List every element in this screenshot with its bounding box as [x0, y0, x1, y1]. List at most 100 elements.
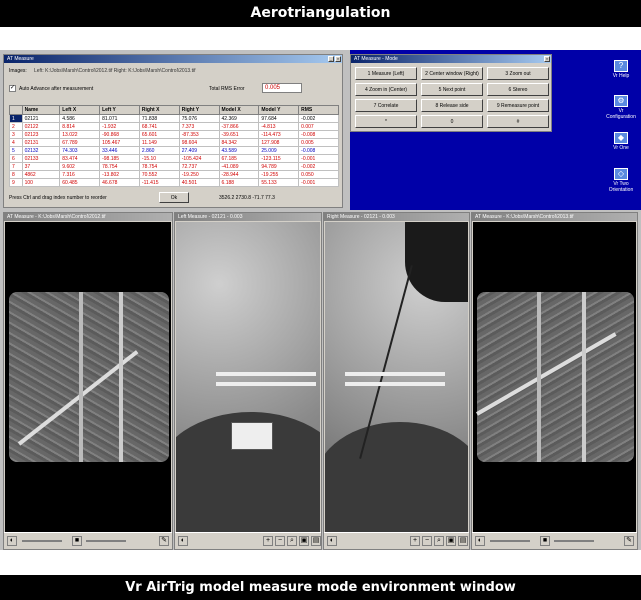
table-header[interactable]: Left Y	[99, 105, 140, 115]
table-cell: 7.316	[59, 170, 101, 179]
left-zoom-statusbar: ◐ + − ⌕ ▣ ▤	[175, 532, 321, 549]
images-paths: Left: K:\Jobs\Marsh\Control\2012.tif Rig…	[34, 68, 196, 74]
zoom-in-icon[interactable]: +	[263, 536, 273, 546]
table-header[interactable]: Name	[21, 105, 61, 115]
desktop-icon-help[interactable]: ? Vr Help	[606, 60, 636, 79]
auto-advance-checkbox[interactable]: ✓	[9, 85, 16, 92]
row-index[interactable]: 4	[9, 138, 23, 147]
contrast-icon[interactable]: ◐	[475, 536, 485, 546]
contrast-icon[interactable]: ◐	[178, 536, 188, 546]
table-row[interactable]: 6 02133 83.474 -98.185 -15.10 -105.424 67.185-…	[9, 154, 339, 163]
mode-button[interactable]: #	[487, 115, 549, 128]
table-cell: 02133	[21, 154, 61, 163]
mode-button[interactable]: 5 Next point	[421, 83, 483, 96]
table-header[interactable]: Left X	[59, 105, 101, 115]
table-cell: 67.789	[59, 138, 101, 147]
table-row[interactable]: 1 02121 4.586 81.071 71.838 75.076 42.369 97.68…	[9, 114, 339, 123]
pen-icon[interactable]: ✎	[159, 536, 169, 546]
table-header[interactable]: Right Y	[178, 105, 220, 115]
mode-button[interactable]: 8 Release side	[421, 99, 483, 112]
right-zoom-titlebar[interactable]: Right Measure - 02121 - 0.003	[324, 213, 469, 221]
search-icon[interactable]: ⌕	[287, 536, 297, 546]
close-icon[interactable]: ×	[335, 56, 341, 62]
mode-button[interactable]: 1 Measure (Left)	[355, 67, 417, 80]
mode-button[interactable]: 3 Zoom out	[487, 67, 549, 80]
mode-button[interactable]: 4 Zoom in (Center)	[355, 83, 417, 96]
table-header[interactable]: Model Y	[258, 105, 300, 115]
table-row[interactable]: 4 02131 67.789 105.467 11.149 98.604 84.342 127…	[9, 138, 339, 147]
table-row[interactable]: 7 37 9.602 78.754 78.754 72.737 -41.089 94.789-…	[9, 162, 339, 171]
left-photo-viewport[interactable]	[5, 222, 171, 532]
mode-button[interactable]: 9 Remeasure point	[487, 99, 549, 112]
mode-button[interactable]: 7 Correlate	[355, 99, 417, 112]
minimize-icon[interactable]: _	[328, 56, 334, 62]
table-cell: 67.185	[218, 154, 260, 163]
table-cell: 43.589	[218, 146, 260, 155]
row-index[interactable]: 1	[9, 114, 23, 123]
images-label: Images:	[9, 68, 27, 74]
left-zoom-titlebar[interactable]: Left Measure - 02121 - 0.003	[175, 213, 321, 221]
table-row[interactable]: 8 4862 7.316 -13.802 70.552 -19.250 -28.944 -19…	[9, 170, 339, 179]
brightness-slider[interactable]	[490, 540, 530, 542]
contrast-icon[interactable]: ◐	[7, 536, 17, 546]
pen-icon[interactable]: ✎	[624, 536, 634, 546]
table-cell: 7.373	[178, 122, 220, 131]
table-header[interactable]: RMS	[298, 105, 339, 115]
row-index[interactable]: 6	[9, 154, 23, 163]
right-photo-titlebar[interactable]: AT Measure - K:\Jobs\Marsh\Control\2013.…	[472, 213, 637, 221]
table-header[interactable]: Right X	[138, 105, 180, 115]
search-icon[interactable]: ⌕	[434, 536, 444, 546]
table-cell: -87.353	[178, 130, 220, 139]
right-photo-viewport[interactable]	[473, 222, 636, 532]
table-cell: -19.255	[258, 170, 300, 179]
table-row[interactable]: 5 02132 74.303 33.446 2.860 27.409 43.589 25.00…	[9, 146, 339, 155]
table-row[interactable]: 3 02123 13.022 -90.868 65.601 -87.353 -39.651-…	[9, 130, 339, 139]
zoom-out-icon[interactable]: −	[275, 536, 285, 546]
left-zoom-title: Left Measure - 02121 - 0.003	[178, 214, 243, 220]
left-photo-titlebar[interactable]: AT Measure - K:\Jobs\Marsh\Control\2012.…	[4, 213, 172, 221]
table-cell: 75.076	[178, 114, 220, 123]
table-header[interactable]: Model X	[218, 105, 260, 115]
contrast-slider[interactable]	[86, 540, 126, 542]
stop-icon[interactable]: ■	[540, 536, 550, 546]
close-icon[interactable]: ×	[544, 56, 550, 62]
mode-button[interactable]: 2 Center window (Right)	[421, 67, 483, 80]
table-cell: -19.250	[178, 170, 220, 179]
brightness-slider[interactable]	[22, 540, 62, 542]
row-index[interactable]: 8	[9, 170, 23, 179]
fit-icon[interactable]: ▣	[299, 536, 309, 546]
desktop-icon-vr-one[interactable]: ◆ Vr One	[606, 132, 636, 151]
row-index[interactable]: 9	[9, 178, 23, 187]
measure-window-titlebar[interactable]: AT Measure _ ×	[4, 55, 342, 63]
zoom-out-icon[interactable]: −	[422, 536, 432, 546]
mode-button[interactable]: *	[355, 115, 417, 128]
row-index[interactable]: 2	[9, 122, 23, 131]
image-icon[interactable]: ▤	[311, 536, 321, 546]
desktop-icon-configuration[interactable]: ⚙ Vr Configuration	[606, 95, 636, 120]
stop-icon[interactable]: ■	[72, 536, 82, 546]
contrast-slider[interactable]	[554, 540, 594, 542]
table-cell: 72.737	[178, 162, 220, 171]
table-cell: 81.071	[99, 114, 140, 123]
mode-window-titlebar[interactable]: AT Measure - Mode ×	[351, 55, 551, 63]
ok-button[interactable]: Ok	[159, 192, 189, 203]
mode-button[interactable]: 0	[421, 115, 483, 128]
contrast-icon[interactable]: ◐	[327, 536, 337, 546]
row-index[interactable]: 7	[9, 162, 23, 171]
image-icon[interactable]: ▤	[458, 536, 468, 546]
zoom-in-icon[interactable]: +	[410, 536, 420, 546]
fit-icon[interactable]: ▣	[446, 536, 456, 546]
row-index[interactable]: 3	[9, 130, 23, 139]
measure-window: AT Measure _ × Images: Left: K:\Jobs\Mar…	[3, 54, 343, 208]
right-zoom-viewport[interactable]	[325, 222, 468, 532]
row-index[interactable]: 5	[9, 146, 23, 155]
table-row[interactable]: 9 100 60.485 46.678 -11.415 40.501 6.188 55.133…	[9, 178, 339, 187]
table-cell: 8.814	[59, 122, 101, 131]
table-cell: -28.944	[218, 170, 260, 179]
desktop-icon-vr-two[interactable]: ◇ Vr Two Orientation	[606, 168, 636, 193]
table-cell: -0.002	[298, 162, 339, 171]
table-cell: 33.446	[99, 146, 140, 155]
left-zoom-viewport[interactable]	[176, 222, 320, 532]
table-row[interactable]: 2 02122 8.814 -1.932 68.741 7.373 -37.866 -4.81…	[9, 122, 339, 131]
mode-button[interactable]: 6 Stereo	[487, 83, 549, 96]
